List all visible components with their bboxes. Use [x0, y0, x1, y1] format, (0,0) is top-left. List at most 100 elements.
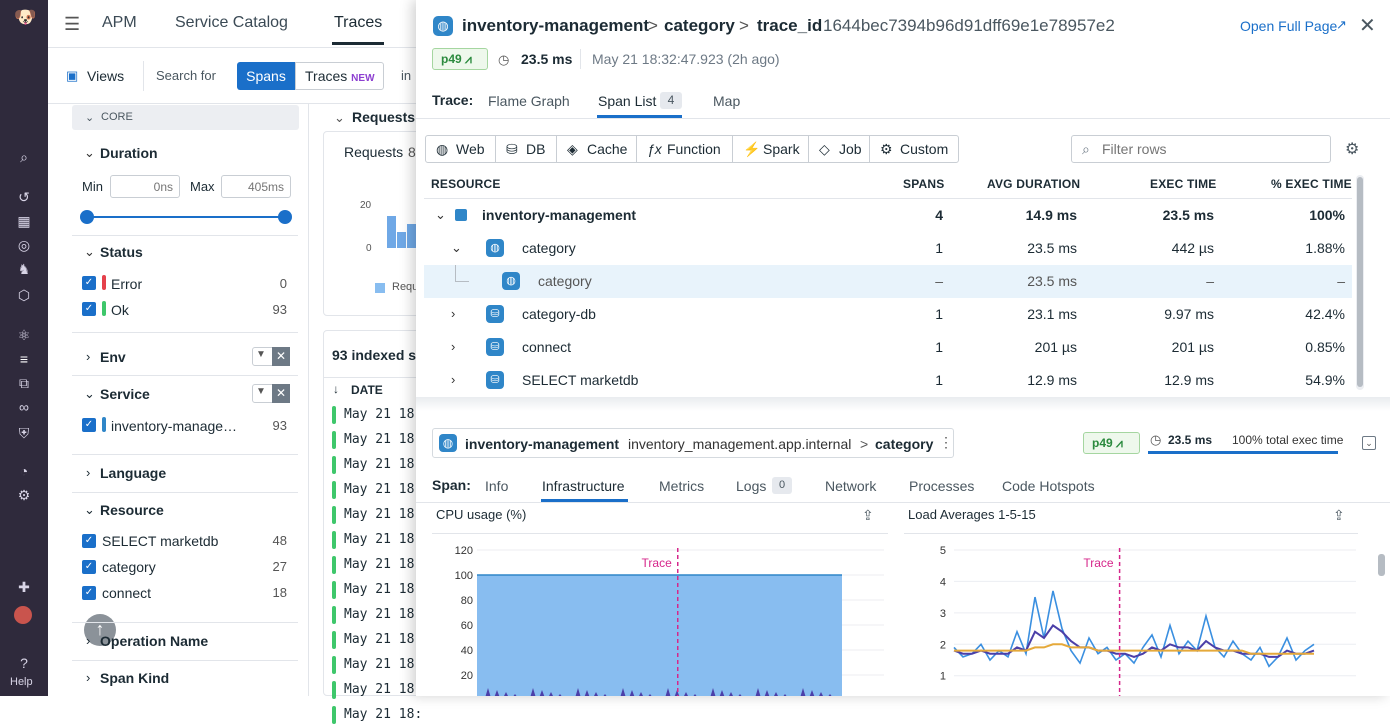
filter-function-button[interactable]: ƒx Function [636, 135, 733, 163]
history-icon[interactable]: ↺ [14, 188, 34, 206]
date-cell[interactable]: May 21 18: [344, 582, 422, 597]
nav-apm[interactable]: APM [102, 14, 137, 32]
date-cell[interactable]: May 21 18: [344, 482, 422, 497]
span-row[interactable]: ⌄ inventory-management 4 14.9 ms 23.5 ms 100% [424, 199, 1352, 232]
chevron-right-icon[interactable]: › [451, 306, 455, 321]
resource-checkbox[interactable]: ✓ [82, 586, 96, 600]
span-host[interactable]: inventory_management.app.internal [628, 436, 851, 452]
trace-id-value[interactable]: 1644bec7394b96d91dff69e1e78957e2 [823, 16, 1115, 36]
gear-icon[interactable]: ⚙ [1345, 139, 1359, 159]
nav-traces[interactable]: Traces [334, 14, 382, 32]
filter-custom-button[interactable]: ⚙ Custom [869, 135, 959, 163]
help-icon[interactable]: ? [14, 654, 34, 672]
span-row[interactable]: › ⛁ category-db 1 23.1 ms 9.97 ms 42.4% [424, 298, 1352, 331]
date-cell[interactable]: May 21 18: [344, 557, 422, 572]
filter-db-button[interactable]: ⛁ DB [495, 135, 557, 163]
date-cell[interactable]: May 21 18: [344, 607, 422, 622]
tab-map[interactable]: Map [713, 93, 740, 109]
extensions-icon[interactable]: ✚ [14, 578, 34, 596]
date-cell[interactable]: May 21 18: [344, 707, 422, 722]
chevron-right-icon[interactable]: › [451, 339, 455, 354]
help-label[interactable]: Help [10, 676, 33, 688]
header-resource[interactable]: category [664, 16, 735, 36]
security-icon[interactable]: ⛨ [14, 424, 34, 442]
duration-min-input[interactable] [110, 175, 180, 198]
column-pct-exec-time[interactable]: % EXEC TIME [1271, 177, 1352, 191]
span-resource[interactable]: category [875, 436, 933, 452]
column-resource[interactable]: RESOURCE [431, 177, 501, 191]
column-exec-time[interactable]: EXEC TIME [1150, 177, 1216, 191]
search-icon[interactable]: ⌕ [14, 148, 34, 166]
menu-icon[interactable]: ☰ [64, 14, 80, 35]
bottom-scrollbar-thumb[interactable] [1378, 554, 1385, 576]
resource-checkbox[interactable]: ✓ [82, 560, 96, 574]
nav-service-catalog[interactable]: Service Catalog [175, 14, 288, 32]
tab-info[interactable]: Info [485, 478, 508, 494]
filter-cache-button[interactable]: ◈ Cache [556, 135, 637, 163]
span-row[interactable]: › ⛁ SELECT marketdb 1 12.9 ms 12.9 ms 54.9% [424, 364, 1352, 397]
date-cell[interactable]: May 21 18: [344, 407, 422, 422]
close-icon[interactable]: ✕ [272, 347, 290, 366]
tab-flame-graph[interactable]: Flame Graph [488, 93, 570, 109]
resource-checkbox[interactable]: ✓ [82, 534, 96, 548]
integrations-icon[interactable]: ⚛ [14, 326, 34, 344]
date-cell[interactable]: May 21 18: [344, 507, 422, 522]
span-row[interactable]: ◍ category – 23.5 ms – – [424, 265, 1352, 298]
external-link-icon[interactable]: ↗ [1336, 17, 1347, 33]
date-cell[interactable]: May 21 18: [344, 632, 422, 647]
filter-web-button[interactable]: ◍ Web [425, 135, 496, 163]
header-service[interactable]: inventory-management [462, 16, 649, 36]
date-cell[interactable]: May 21 18: [344, 532, 422, 547]
panel-split-divider[interactable] [416, 397, 1390, 411]
tab-processes[interactable]: Processes [909, 478, 974, 494]
filter-rows-input[interactable] [1102, 139, 1322, 159]
env-filter-controls[interactable]: ▼ ✕ [252, 347, 290, 366]
rum-icon[interactable]: ◔ [14, 462, 34, 480]
duration-slider-max-handle[interactable] [278, 210, 292, 224]
export-icon[interactable]: ⇪ [862, 507, 874, 524]
monitors-icon[interactable]: ◎ [14, 236, 34, 254]
table-scrollbar[interactable] [1356, 175, 1364, 390]
open-full-page-link[interactable]: Open Full Page [1240, 18, 1337, 34]
logs-icon[interactable]: ∞ [14, 398, 34, 416]
chevron-down-icon[interactable]: ⌄ [451, 240, 462, 256]
spans-toggle[interactable]: Spans [237, 62, 295, 90]
apm-icon[interactable]: ≡ [14, 350, 34, 368]
span-row[interactable]: ⌄ ◍ category 1 23.5 ms 442 µs 1.88% [424, 232, 1352, 265]
column-spans[interactable]: SPANS [903, 177, 944, 191]
datadog-logo-icon[interactable]: 🐶 [14, 8, 36, 26]
service-filter-controls[interactable]: ▼ ✕ [252, 384, 290, 403]
tab-logs[interactable]: Logs [736, 478, 766, 494]
column-avg-duration[interactable]: AVG DURATION [987, 177, 1080, 191]
span-service[interactable]: inventory-management [465, 436, 619, 452]
ci-icon[interactable]: ⧉ [14, 374, 34, 392]
tab-span-list[interactable]: Span List [598, 93, 656, 109]
watchdog-icon[interactable]: ♞ [14, 260, 34, 278]
tab-metrics[interactable]: Metrics [659, 478, 704, 494]
date-cell[interactable]: May 21 18: [344, 432, 422, 447]
export-icon[interactable]: ⇪ [1333, 507, 1345, 524]
filter-icon[interactable]: ▼ [256, 349, 266, 360]
date-cell[interactable]: May 21 18: [344, 682, 422, 697]
status-error-checkbox[interactable]: ✓ [82, 276, 96, 290]
date-cell[interactable]: May 21 18: [344, 457, 422, 472]
chevron-down-icon[interactable]: ⌄ [435, 207, 446, 223]
tab-code-hotspots[interactable]: Code Hotspots [1002, 478, 1095, 494]
dashboards-icon[interactable]: ▦ [14, 212, 34, 230]
core-section[interactable]: ⌄ CORE [72, 105, 299, 130]
filter-icon[interactable]: ▼ [256, 386, 266, 397]
duration-max-input[interactable] [221, 175, 291, 198]
traces-toggle[interactable]: Traces NEW [295, 62, 384, 90]
collapse-icon[interactable]: ⌄ [1362, 436, 1376, 450]
views-icon[interactable]: ▣ [66, 68, 78, 84]
filter-job-button[interactable]: ◇ Job [808, 135, 870, 163]
table-scrollbar-thumb[interactable] [1357, 177, 1363, 387]
date-cell[interactable]: May 21 18: [344, 657, 422, 672]
status-ok-checkbox[interactable]: ✓ [82, 302, 96, 316]
span-row[interactable]: › ⛁ connect 1 201 µs 201 µs 0.85% [424, 331, 1352, 364]
filter-spark-button[interactable]: ⚡ Spark [732, 135, 809, 163]
duration-slider-min-handle[interactable] [80, 210, 94, 224]
service-checkbox[interactable]: ✓ [82, 418, 96, 432]
tab-network[interactable]: Network [825, 478, 876, 494]
close-icon[interactable]: ✕ [1359, 13, 1376, 38]
